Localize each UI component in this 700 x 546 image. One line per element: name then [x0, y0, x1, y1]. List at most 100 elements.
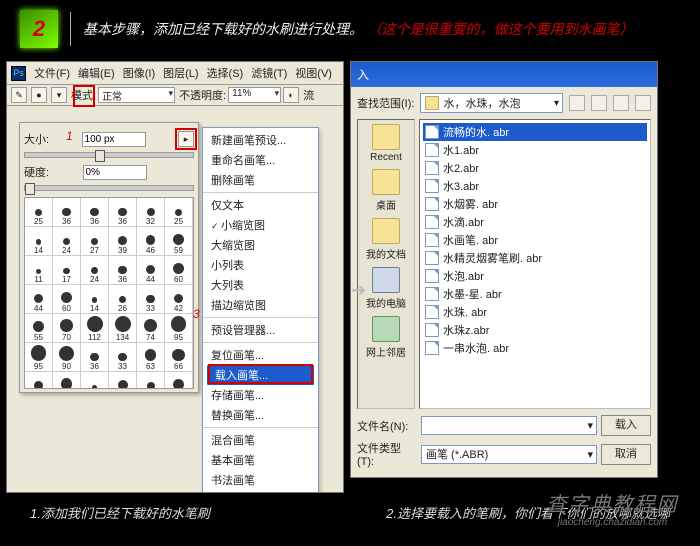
load-button[interactable]: 载入 [601, 415, 651, 436]
menu-image[interactable]: 图像(I) [123, 65, 155, 81]
brush-swatch[interactable]: 55 [25, 314, 53, 343]
brush-preset-picker[interactable]: 大小: ▸ 硬度: 253636363225142427394659111724… [19, 122, 199, 393]
file-item[interactable]: 水墨-星. abr [423, 285, 647, 303]
brush-swatch[interactable]: 90 [53, 343, 81, 372]
file-list[interactable]: 流畅的水. abr水1.abr水2.abr水3.abr水烟雾. abr水滴.ab… [419, 119, 651, 409]
brush-swatch[interactable]: 27 [81, 227, 109, 256]
file-item[interactable]: 水烟雾. abr [423, 195, 647, 213]
brush-swatch[interactable]: 63 [137, 343, 165, 372]
brush-swatch[interactable]: 25 [25, 198, 53, 227]
brush-swatch[interactable]: 32 [137, 372, 165, 389]
flyout-rename[interactable]: 重命名画笔... [203, 150, 318, 170]
brush-swatch[interactable]: 59 [165, 227, 193, 256]
file-item[interactable]: 水泡.abr [423, 267, 647, 285]
brush-swatch[interactable]: 11 [81, 372, 109, 389]
brush-tool-icon[interactable]: ✎ [11, 87, 27, 103]
mode-dropdown[interactable]: 正常 [98, 87, 175, 103]
places-item[interactable]: 网上邻居 [358, 316, 414, 359]
places-item[interactable]: 我的文档 [358, 218, 414, 261]
flyout-delete[interactable]: 删除画笔 [203, 170, 318, 190]
size-slider[interactable] [24, 152, 194, 158]
brush-swatch[interactable]: 36 [81, 198, 109, 227]
brush-swatch[interactable]: 14 [81, 285, 109, 314]
brush-swatch[interactable]: 44 [25, 285, 53, 314]
file-item[interactable]: 水珠. abr [423, 303, 647, 321]
brush-swatch[interactable]: 134 [109, 314, 137, 343]
brush-swatch[interactable]: 60 [53, 285, 81, 314]
brush-swatch[interactable]: 36 [81, 343, 109, 372]
size-input[interactable] [82, 132, 146, 147]
brush-swatch[interactable]: 66 [165, 343, 193, 372]
brush-swatch[interactable]: 36 [109, 198, 137, 227]
filetype-combobox[interactable]: 画笔 (*.ABR) [421, 445, 597, 464]
brush-swatch[interactable]: 36 [109, 256, 137, 285]
flyout-menu-icon[interactable]: ▸ [178, 131, 194, 147]
places-item[interactable]: 桌面 [358, 169, 414, 212]
brush-swatch[interactable]: 26 [109, 285, 137, 314]
brush-swatch[interactable]: 33 [137, 285, 165, 314]
file-item[interactable]: 水滴.abr [423, 213, 647, 231]
newfolder-icon[interactable] [613, 95, 629, 111]
flyout-save[interactable]: 存储画笔... [203, 385, 318, 405]
hardness-slider[interactable] [24, 185, 194, 191]
brush-swatch[interactable]: 44 [137, 256, 165, 285]
flyout-brush-set[interactable]: 基本画笔 [203, 450, 318, 470]
menu-view[interactable]: 视图(V) [295, 65, 332, 81]
menu-select[interactable]: 选择(S) [207, 65, 244, 81]
file-item[interactable]: 水1.abr [423, 141, 647, 159]
flyout-large-thumb[interactable]: 大缩览图 [203, 235, 318, 255]
brush-swatch[interactable]: 95 [165, 314, 193, 343]
views-icon[interactable] [635, 95, 651, 111]
file-item[interactable]: 水画笔. abr [423, 231, 647, 249]
brush-swatch[interactable]: 74 [137, 314, 165, 343]
flyout-preset-manager[interactable]: 预设管理器... [203, 320, 318, 340]
brush-swatch[interactable]: 36 [53, 198, 81, 227]
brush-swatch[interactable]: 14 [25, 227, 53, 256]
flyout-brush-set[interactable]: 混合画笔 [203, 430, 318, 450]
brush-swatch[interactable]: 24 [53, 227, 81, 256]
brush-swatch[interactable]: 70 [53, 314, 81, 343]
file-item[interactable]: 一串水泡. abr [423, 339, 647, 357]
flyout-new-preset[interactable]: 新建画笔预设... [203, 130, 318, 150]
brush-picker-arrow[interactable]: ▾ [51, 87, 67, 103]
file-item[interactable]: 水3.abr [423, 177, 647, 195]
brush-swatch[interactable]: 48 [109, 372, 137, 389]
brush-swatch[interactable]: 95 [25, 343, 53, 372]
tablet-pressure-icon[interactable]: ◐ [283, 87, 299, 103]
brush-thumbnail-grid[interactable]: 2536363632251424273946591117243644604460… [24, 197, 194, 389]
flyout-textonly[interactable]: 仅文本 [203, 195, 318, 215]
brush-swatch[interactable]: 11 [25, 256, 53, 285]
brush-preset-swatch[interactable]: ● [31, 87, 47, 103]
flyout-brush-set[interactable]: 书法画笔 [203, 470, 318, 490]
menu-edit[interactable]: 编辑(E) [78, 65, 115, 81]
brush-swatch[interactable]: 33 [109, 343, 137, 372]
flyout-replace[interactable]: 替换画笔... [203, 405, 318, 425]
menu-layer[interactable]: 图层(L) [163, 65, 198, 81]
brush-swatch[interactable]: 24 [81, 256, 109, 285]
hardness-input[interactable] [83, 165, 147, 180]
up-icon[interactable] [591, 95, 607, 111]
places-item[interactable]: 我的电脑 [358, 267, 414, 310]
menu-filter[interactable]: 滤镜(T) [251, 65, 287, 81]
flyout-stroke-thumb[interactable]: 描边缩览图 [203, 295, 318, 315]
brush-swatch[interactable]: 17 [53, 256, 81, 285]
cancel-button[interactable]: 取消 [601, 444, 651, 465]
file-item[interactable]: 水2.abr [423, 159, 647, 177]
filename-combobox[interactable] [421, 416, 597, 435]
flyout-load-brushes[interactable]: 载入画笔... [207, 365, 314, 385]
flyout-small-list[interactable]: 小列表 [203, 255, 318, 275]
back-icon[interactable] [569, 95, 585, 111]
file-item[interactable]: 水精灵烟雾笔刷. abr [423, 249, 647, 267]
flyout-large-list[interactable]: 大列表 [203, 275, 318, 295]
file-item[interactable]: 流畅的水. abr [423, 123, 647, 141]
brush-swatch[interactable]: 42 [165, 285, 193, 314]
brush-swatch[interactable]: 39 [25, 372, 53, 389]
flyout-brush-set[interactable]: DP 画笔 [203, 490, 318, 493]
menu-bar[interactable]: Ps 文件(F) 编辑(E) 图像(I) 图层(L) 选择(S) 滤镜(T) 视… [7, 62, 343, 85]
brush-swatch[interactable]: 60 [165, 256, 193, 285]
brush-swatch[interactable]: 32 [137, 198, 165, 227]
flyout-reset[interactable]: 复位画笔... [203, 345, 318, 365]
brush-swatch[interactable]: 63 [53, 372, 81, 389]
brush-swatch[interactable]: 112 [81, 314, 109, 343]
places-bar[interactable]: Recent桌面我的文档我的电脑网上邻居 [357, 119, 415, 409]
